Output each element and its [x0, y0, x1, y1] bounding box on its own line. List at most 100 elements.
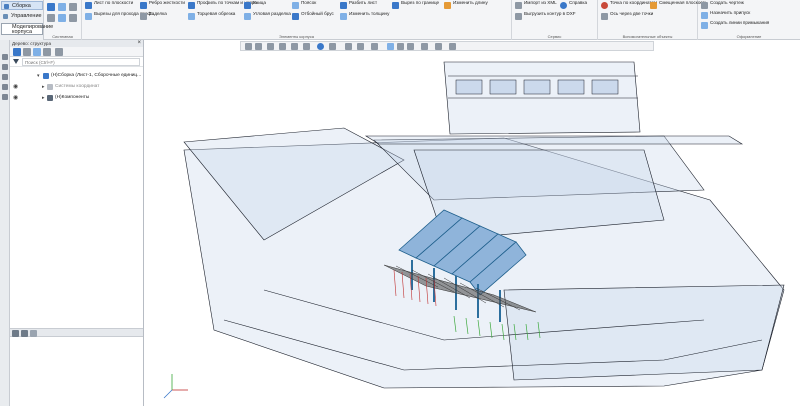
properties-icon[interactable] — [58, 14, 66, 22]
tree-options-icon[interactable] — [55, 48, 63, 56]
command-label: Торцевая обрезка — [197, 11, 236, 16]
grid-icon[interactable] — [21, 330, 28, 337]
window — [557, 79, 585, 95]
search-input[interactable] — [22, 58, 140, 66]
export-dxf-button[interactable]: Выгрузить контур в DXF — [515, 11, 576, 22]
window — [523, 79, 551, 95]
sheet-by-plane-button[interactable]: Лист по плоскости — [85, 0, 135, 11]
corner-cut-button[interactable]: Угловая разделка — [244, 11, 291, 22]
save-icon[interactable] — [69, 3, 77, 11]
create-junction-lines-button[interactable]: Создать линии примыкания — [701, 20, 769, 31]
ship-model[interactable] — [144, 40, 800, 406]
length-icon — [444, 2, 451, 9]
command-label: Справка — [569, 0, 588, 5]
import-xml-button[interactable]: Импорт из XML — [515, 0, 557, 11]
bracket-button[interactable]: Кница — [244, 0, 284, 11]
axis-triad — [163, 374, 188, 399]
point-by-coords-button[interactable]: Точка по координатам — [601, 0, 657, 11]
plane-icon — [650, 2, 657, 9]
chevron-right-icon[interactable]: ▸ — [42, 93, 45, 103]
profile-icon — [188, 2, 195, 9]
split-icon — [340, 2, 347, 9]
chevron-right-icon[interactable]: ▸ — [42, 82, 45, 92]
drawing-icon — [701, 2, 708, 9]
export-icon — [515, 13, 522, 20]
point-icon — [601, 2, 608, 9]
command-label: Лист по плоскости — [94, 0, 134, 5]
ribbon-group-design: Создать чертеж Назначить припуск Создать… — [698, 0, 800, 40]
change-thickness-button[interactable]: Изменить толщину — [340, 11, 390, 22]
cutouts-button[interactable]: Вырезы для прохода проф... — [85, 11, 155, 22]
cross-plate — [364, 135, 744, 145]
expand-icon[interactable] — [43, 48, 51, 56]
layers-icon[interactable] — [2, 84, 8, 90]
tree-panel-icon[interactable] — [2, 54, 8, 60]
command-label: Изменить длину — [453, 0, 488, 5]
tree-item-components[interactable]: ◉ ▸ (Н)Компоненты — [10, 93, 143, 103]
structure-view-icon[interactable] — [13, 48, 21, 56]
3d-viewport[interactable] — [144, 40, 800, 406]
junction-icon — [701, 22, 708, 29]
stiffener-button[interactable]: Ребро жесткости — [140, 0, 185, 11]
window — [455, 79, 483, 95]
change-length-button[interactable]: Изменить длину — [444, 0, 504, 11]
mode-tab-label: Сборка — [12, 3, 31, 9]
window — [489, 79, 517, 95]
formula-icon[interactable] — [30, 330, 37, 337]
command-label: Вырез по границе — [401, 0, 440, 5]
settings-icon[interactable] — [69, 14, 77, 22]
tree-item-assembly[interactable]: ▾ (Н)Сборка (Лист-1, Сборочные единиц... — [10, 71, 143, 81]
command-label: Выгрузить контур в DXF — [524, 11, 576, 16]
ribbon: Сборка Управление Моделирование корпуса … — [0, 0, 800, 40]
split-sheet-button[interactable]: Разбить лист — [340, 0, 388, 11]
command-label: Угловая разделка — [253, 11, 291, 16]
chevron-down-icon[interactable]: ▾ — [37, 71, 40, 81]
ribbon-group-hull-elements: Лист по плоскости Вырезы для прохода про… — [82, 0, 512, 40]
visibility-icon[interactable]: ◉ — [13, 82, 18, 92]
command-label: Заделка — [149, 11, 167, 16]
cut-by-boundary-button[interactable]: Вырез по границе — [392, 0, 440, 11]
command-label: Создать линии примыкания — [710, 20, 770, 25]
sort-icon[interactable] — [23, 48, 31, 56]
seal-button[interactable]: Заделка — [140, 11, 182, 22]
command-label: Кница — [253, 0, 266, 5]
coordinate-system-icon — [47, 84, 53, 90]
visibility-icon[interactable]: ◉ — [13, 93, 18, 103]
window — [591, 79, 619, 95]
fender-button[interactable]: Отбойный брус — [292, 11, 336, 22]
list-icon[interactable] — [12, 330, 19, 337]
offset-plane-button[interactable]: Смещенная плоскость — [650, 0, 707, 11]
new-document-icon[interactable] — [47, 3, 55, 11]
mode-tab-assembly[interactable]: Сборка — [1, 1, 43, 10]
open-icon[interactable] — [58, 3, 66, 11]
variables-icon[interactable] — [2, 74, 8, 80]
side-strip — [0, 40, 10, 406]
trim-icon — [188, 13, 195, 20]
help-button[interactable]: Справка — [560, 0, 596, 11]
end-trim-button[interactable]: Торцевая обрезка — [188, 11, 236, 22]
tree-item-coordinate-systems[interactable]: ◉ ▸ Системы координат — [10, 82, 143, 92]
mode-tab-management[interactable]: Управление — [1, 12, 43, 21]
belt-button[interactable]: Поясок — [292, 0, 332, 11]
close-icon[interactable]: × — [137, 40, 141, 47]
fender-icon — [292, 13, 299, 20]
profile-button[interactable]: Профиль по точкам и напра... — [188, 0, 261, 11]
command-label: Отбойный брус — [301, 11, 334, 16]
filter-view-icon[interactable] — [33, 48, 41, 56]
filter-icon[interactable] — [13, 59, 19, 64]
ribbon-group-service: Импорт из XML Выгрузить контур в DXF Спр… — [512, 0, 598, 40]
axis-two-points-button[interactable]: Ось через две точки — [601, 11, 653, 22]
bracket-icon — [244, 2, 251, 9]
command-label: Изменить толщину — [349, 11, 390, 16]
seal-icon — [140, 13, 147, 20]
command-label: Ось через две точки — [610, 11, 654, 16]
command-label: Ребро жесткости — [149, 0, 185, 5]
library-icon[interactable] — [2, 94, 8, 100]
properties-panel-icon[interactable] — [2, 64, 8, 70]
axis-icon — [601, 13, 608, 20]
components-icon — [47, 95, 53, 101]
mode-tab-hull-modeling[interactable]: Моделирование корпуса — [1, 23, 53, 35]
tree-toolbar — [10, 47, 143, 57]
management-icon — [3, 14, 8, 19]
print-icon[interactable] — [47, 14, 55, 22]
